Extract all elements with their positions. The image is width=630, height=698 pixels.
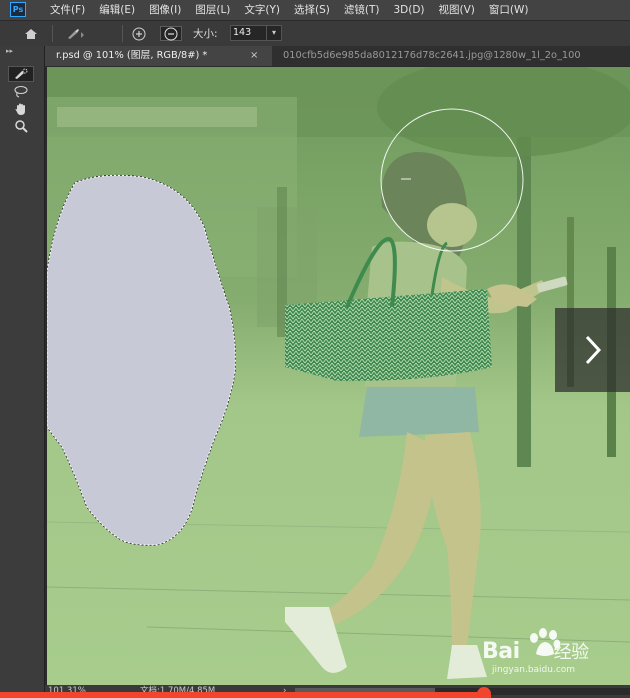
menu-type[interactable]: 文字(Y) (237, 0, 287, 20)
watermark-jingyan: 经验 (553, 642, 590, 663)
document-tab-title: r.psd @ 101% (图层, RGB/8#) * (56, 50, 208, 61)
quick-selection-tool-icon[interactable] (8, 66, 34, 82)
home-icon[interactable] (20, 26, 42, 41)
watermark-url: jingyan.baidu.com (492, 665, 576, 675)
separator (122, 25, 123, 42)
document-canvas[interactable] (47, 67, 630, 685)
menu-select[interactable]: 选择(S) (287, 0, 337, 20)
brush-preset-icon[interactable] (62, 26, 90, 41)
options-bar: 大小: 143 ▾ (0, 21, 630, 47)
menu-filter[interactable]: 滤镜(T) (337, 0, 387, 20)
separator (52, 25, 53, 42)
chevron-down-icon[interactable]: ▾ (266, 25, 282, 41)
panel-collapse-icon[interactable]: ▸▸ (6, 47, 13, 55)
document-tab-inactive[interactable]: 010cfb5d6e985da8012176d78c2641.jpg@1280w… (273, 46, 630, 66)
menu-3d[interactable]: 3D(D) (386, 0, 431, 20)
tools-panel: ▸▸ (0, 46, 45, 698)
baidu-jingyan-watermark: Bai 经验 jingyan.baidu.com (474, 628, 624, 678)
lasso-tool-icon[interactable] (8, 84, 34, 100)
menu-edit[interactable]: 编辑(E) (92, 0, 142, 20)
canvas-image (47, 67, 630, 685)
document-tab-title: 010cfb5d6e985da8012176d78c2641.jpg@1280w… (283, 50, 581, 61)
document-tab-bar: r.psd @ 101% (图层, RGB/8#) * × 010cfb5d6e… (45, 46, 630, 66)
photoshop-logo: Ps (10, 2, 26, 17)
close-icon[interactable]: × (250, 46, 258, 66)
menu-view[interactable]: 视图(V) (432, 0, 482, 20)
next-image-button[interactable] (555, 308, 630, 392)
document-tab-active[interactable]: r.psd @ 101% (图层, RGB/8#) * × (45, 46, 272, 66)
hand-tool-icon[interactable] (8, 101, 34, 117)
zoom-tool-icon[interactable] (8, 118, 34, 134)
menu-window[interactable]: 窗口(W) (482, 0, 536, 20)
menu-file[interactable]: 文件(F) (43, 0, 92, 20)
brush-size-input[interactable]: 143 (230, 25, 268, 41)
menu-layer[interactable]: 图层(L) (188, 0, 237, 20)
main-menu: 文件(F) 编辑(E) 图像(I) 图层(L) 文字(Y) 选择(S) 滤镜(T… (43, 0, 536, 20)
brush-size-label: 大小: (193, 28, 218, 40)
progress-handle[interactable] (477, 687, 491, 698)
watermark-logo: Bai 经验 (482, 638, 589, 664)
watermark-brand: Bai (482, 639, 520, 664)
subtract-from-selection-icon[interactable] (160, 26, 182, 41)
add-to-selection-icon[interactable] (131, 26, 147, 41)
progress-bar[interactable] (0, 692, 484, 698)
menu-bar: Ps 文件(F) 编辑(E) 图像(I) 图层(L) 文字(Y) 选择(S) 滤… (0, 0, 630, 21)
chevron-right-icon (585, 335, 601, 365)
menu-image[interactable]: 图像(I) (142, 0, 188, 20)
